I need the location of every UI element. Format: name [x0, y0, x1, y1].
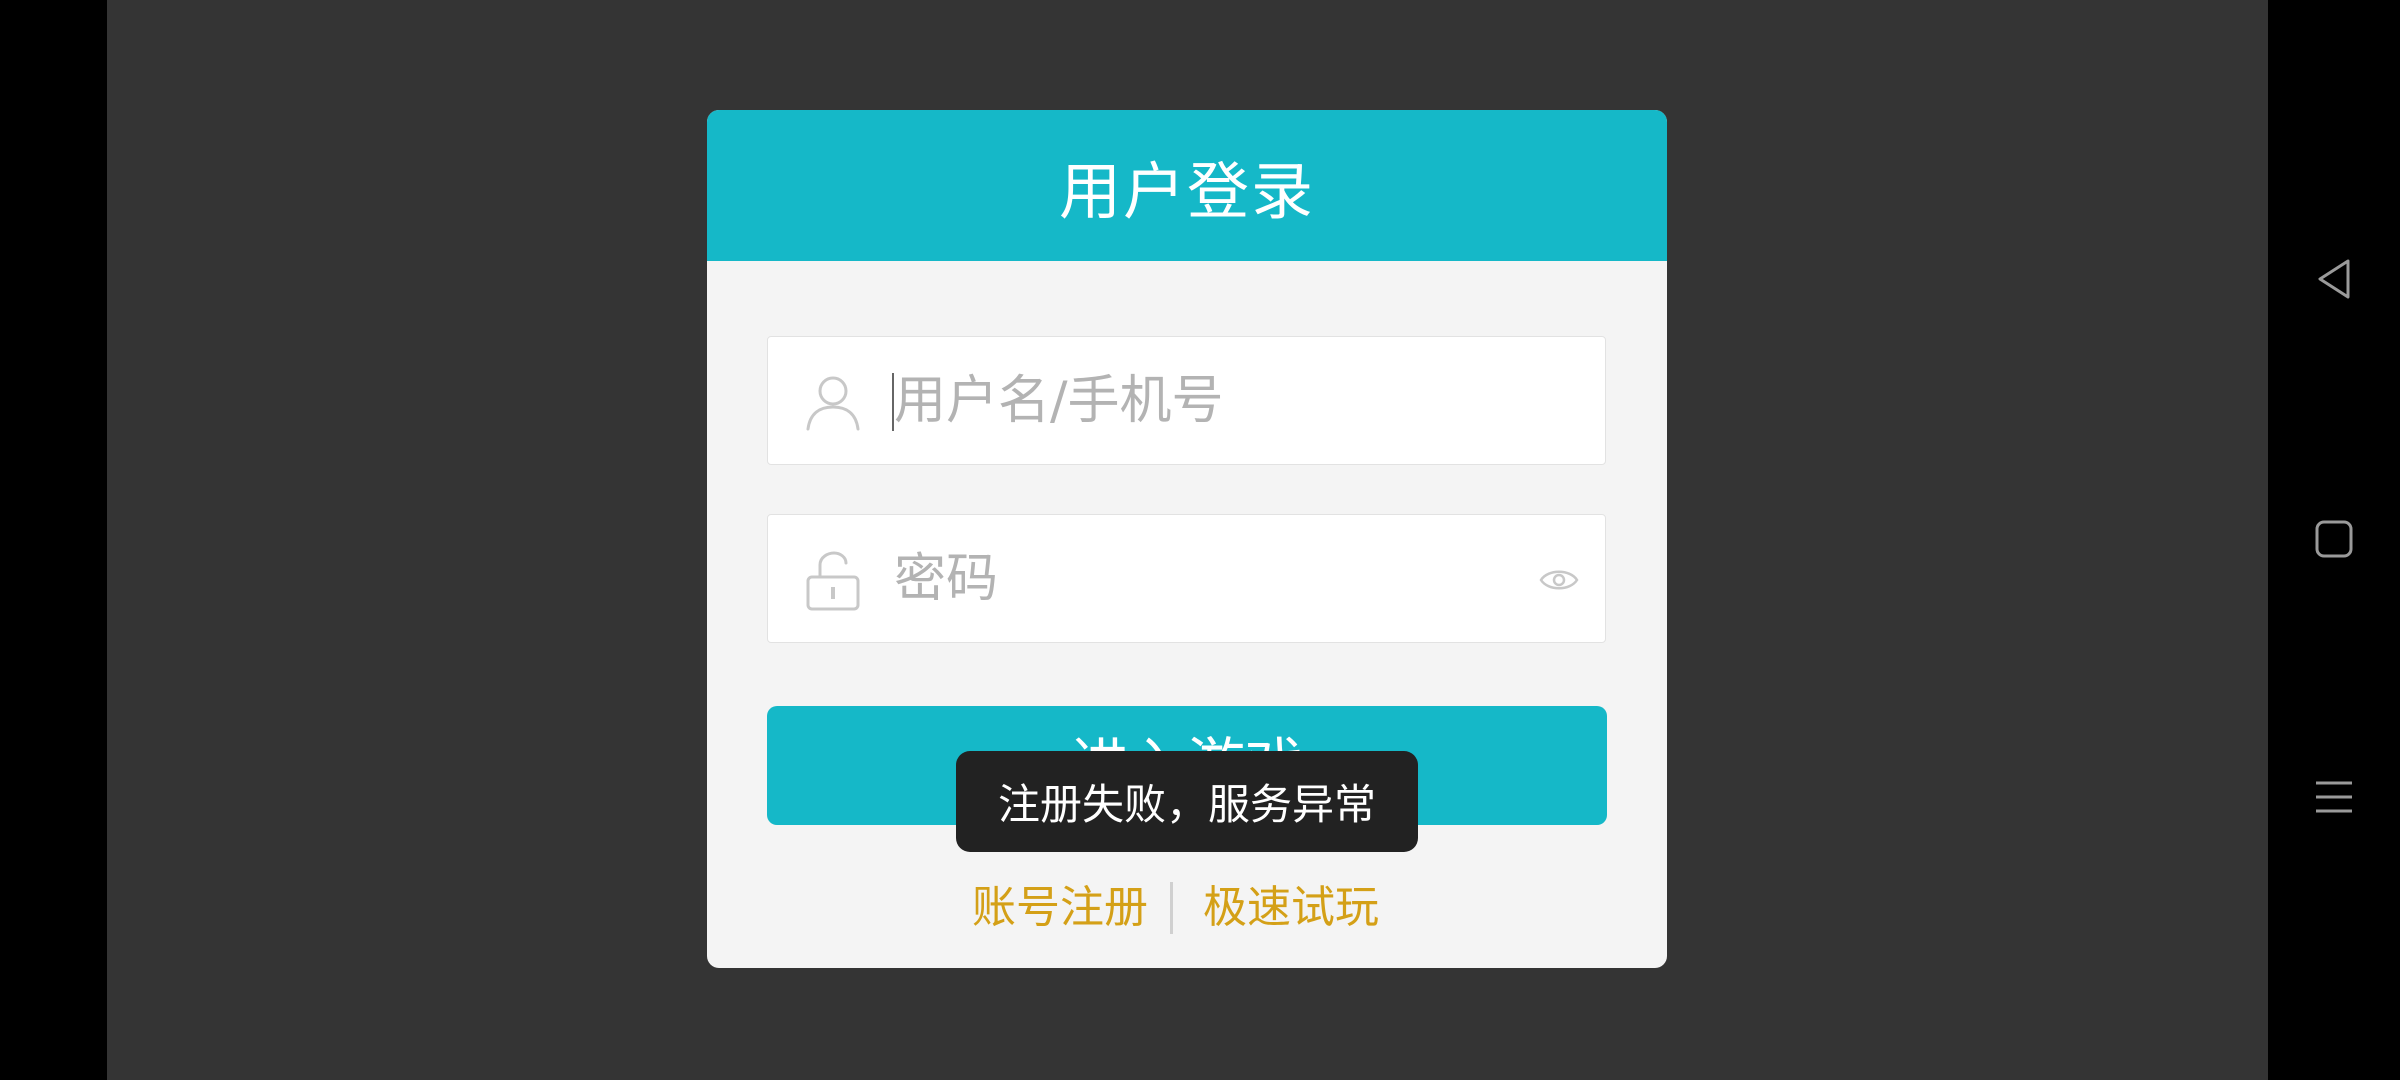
quick-play-link[interactable]: 极速试玩: [1203, 868, 1379, 948]
home-square-icon: [2314, 519, 2354, 563]
user-icon: [802, 371, 864, 433]
screen: 用户登录 用户名/手机号 密码 账号注册 极速试玩 注册失败，服务异常: [0, 0, 2400, 1080]
username-field[interactable]: 用户名/手机号: [767, 336, 1606, 465]
eye-icon[interactable]: [1538, 559, 1580, 601]
back-icon: [2314, 257, 2354, 305]
back-button[interactable]: [2300, 247, 2368, 315]
register-link[interactable]: 账号注册: [972, 868, 1148, 948]
recents-button[interactable]: [2300, 765, 2368, 833]
unlock-icon: [802, 549, 864, 611]
home-button[interactable]: [2300, 507, 2368, 575]
password-placeholder: 密码: [894, 549, 999, 609]
menu-icon: [2314, 777, 2354, 821]
username-placeholder: 用户名/手机号: [894, 371, 1224, 431]
dialog-links: 账号注册 极速试玩: [707, 868, 1667, 948]
link-divider: [1170, 882, 1173, 934]
error-toast: 注册失败，服务异常: [956, 751, 1418, 852]
password-field[interactable]: 密码: [767, 514, 1606, 643]
dialog-title: 用户登录: [1058, 154, 1315, 228]
toast-message: 注册失败，服务异常: [997, 780, 1376, 829]
dialog-header: 用户登录: [707, 110, 1667, 261]
